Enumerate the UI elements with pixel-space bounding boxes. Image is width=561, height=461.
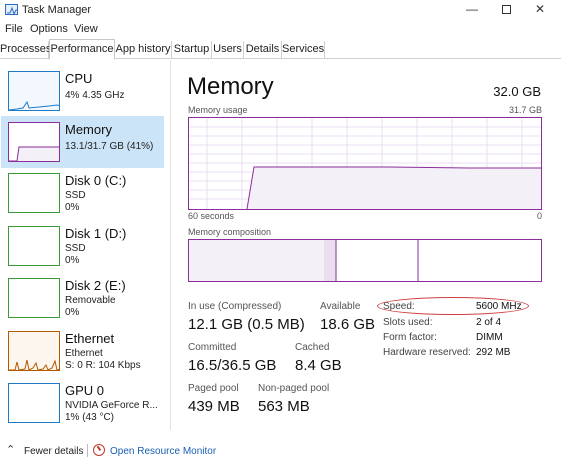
memory-detail-panel: Memory 32.0 GB Memory usage 31.7 GB 60 s… (180, 60, 561, 430)
sidebar-item-detail: Ethernet (65, 348, 103, 359)
tab-app-history[interactable]: App history (115, 41, 172, 59)
usage-graph-max: 31.7 GB (508, 105, 542, 115)
tab-performance[interactable]: Performance (49, 39, 115, 60)
sidebar-item-detail: 0% (65, 255, 80, 266)
sidebar-item-detail: SSD (65, 190, 86, 201)
sidebar-item-label: Disk 0 (C:) (65, 173, 127, 188)
sidebar-item-detail: 0% (65, 307, 80, 318)
title-bar: Task Manager — ✕ (0, 0, 561, 20)
memory-usage-graph (188, 117, 542, 210)
disk-graph-icon (8, 278, 60, 318)
sidebar-item-disk-1[interactable]: Disk 1 (D:) SSD 0% (1, 220, 164, 272)
open-resource-monitor-link[interactable]: Open Resource Monitor (110, 446, 216, 457)
composition-graph-label: Memory composition (188, 227, 272, 237)
graph-time-left: 60 seconds (188, 211, 235, 221)
gpu-graph-icon (8, 383, 60, 423)
available-label: Available (320, 301, 361, 312)
ethernet-graph-icon (8, 331, 60, 371)
resource-monitor-icon[interactable] (93, 444, 105, 456)
memory-composition-graph (188, 239, 542, 282)
tab-users[interactable]: Users (212, 41, 244, 59)
sidebar-item-detail: 0% (65, 202, 80, 213)
close-button[interactable]: ✕ (523, 0, 557, 20)
paged-pool-value: 439 MB (188, 398, 240, 415)
tab-details[interactable]: Details (244, 41, 282, 59)
committed-value: 16.5/36.5 GB (188, 357, 277, 374)
menu-view[interactable]: View (74, 23, 98, 35)
menu-bar: File Options View (0, 21, 561, 37)
sidebar-item-disk-2[interactable]: Disk 2 (E:) Removable 0% (1, 272, 164, 324)
menu-options[interactable]: Options (30, 23, 68, 35)
speed-highlight-annotation (377, 297, 529, 315)
tab-services[interactable]: Services (282, 41, 325, 59)
window-title: Task Manager (22, 4, 92, 16)
sidebar-item-detail: 1% (43 °C) (65, 412, 115, 423)
sidebar-item-label: Ethernet (65, 331, 115, 346)
cpu-graph-icon (8, 71, 60, 111)
disk-graph-icon (8, 173, 60, 213)
total-memory: 32.0 GB (493, 84, 541, 99)
tab-startup[interactable]: Startup (172, 41, 212, 59)
usage-graph-label: Memory usage (188, 105, 248, 115)
sidebar-item-detail: S: 0 R: 104 Kbps (65, 360, 141, 371)
in-use-value: 12.1 GB (0.5 MB) (188, 316, 305, 333)
maximize-button[interactable] (489, 0, 523, 20)
form-factor-label: Form factor: (383, 332, 437, 343)
slots-used-label: Slots used: (383, 317, 433, 328)
sidebar-item-memory[interactable]: Memory 13.1/31.7 GB (41%) (1, 116, 164, 168)
non-paged-pool-value: 563 MB (258, 398, 310, 415)
sidebar-item-label: Disk 2 (E:) (65, 278, 126, 293)
graph-time-right: 0 (536, 211, 542, 221)
sidebar-item-cpu[interactable]: CPU 4% 4.35 GHz (1, 65, 164, 117)
footer-divider (87, 444, 88, 457)
memory-graph-icon (8, 122, 60, 162)
menu-file[interactable]: File (5, 23, 23, 35)
paged-pool-label: Paged pool (188, 383, 239, 394)
available-value: 18.6 GB (320, 316, 376, 333)
sidebar-item-label: CPU (65, 71, 93, 86)
sidebar-item-detail: 4% 4.35 GHz (65, 90, 125, 101)
panel-divider (170, 60, 171, 430)
sidebar-item-label: Memory (65, 122, 112, 137)
hardware-reserved-label: Hardware reserved: (383, 347, 471, 358)
committed-label: Committed (188, 342, 237, 353)
tab-bar: Processes Performance App history Startu… (0, 39, 561, 60)
minimize-button[interactable]: — (455, 0, 489, 20)
hardware-reserved-value: 292 MB (476, 347, 511, 358)
sidebar-item-detail: 13.1/31.7 GB (41%) (65, 141, 154, 152)
tab-processes[interactable]: Processes (0, 41, 51, 59)
cached-value: 8.4 GB (295, 357, 342, 374)
sidebar-item-ethernet[interactable]: Ethernet Ethernet S: 0 R: 104 Kbps (1, 325, 164, 377)
sidebar-item-detail: SSD (65, 243, 86, 254)
resource-list: CPU 4% 4.35 GHz Memory 13.1/31.7 GB (41%… (0, 60, 170, 430)
page-title: Memory (187, 73, 274, 100)
form-factor-value: DIMM (476, 332, 503, 343)
sidebar-item-gpu-0[interactable]: GPU 0 NVIDIA GeForce R... 1% (43 °C) (1, 377, 164, 429)
cached-label: Cached (295, 342, 330, 353)
fewer-details-link[interactable]: Fewer details (24, 446, 83, 457)
sidebar-item-label: Disk 1 (D:) (65, 226, 127, 241)
non-paged-pool-label: Non-paged pool (258, 383, 330, 394)
in-use-label: In use (Compressed) (188, 301, 282, 312)
footer-bar: ⌃ Fewer details Open Resource Monitor (0, 440, 561, 461)
sidebar-item-disk-0[interactable]: Disk 0 (C:) SSD 0% (1, 167, 164, 219)
sidebar-item-detail: NVIDIA GeForce R... (65, 400, 158, 411)
maximize-icon (501, 5, 511, 14)
disk-graph-icon (8, 226, 60, 266)
sidebar-item-detail: Removable (65, 295, 116, 306)
slots-used-value: 2 of 4 (476, 317, 502, 328)
chevron-up-icon[interactable]: ⌃ (6, 443, 15, 456)
sidebar-item-label: GPU 0 (65, 383, 105, 398)
task-manager-icon (5, 4, 18, 16)
